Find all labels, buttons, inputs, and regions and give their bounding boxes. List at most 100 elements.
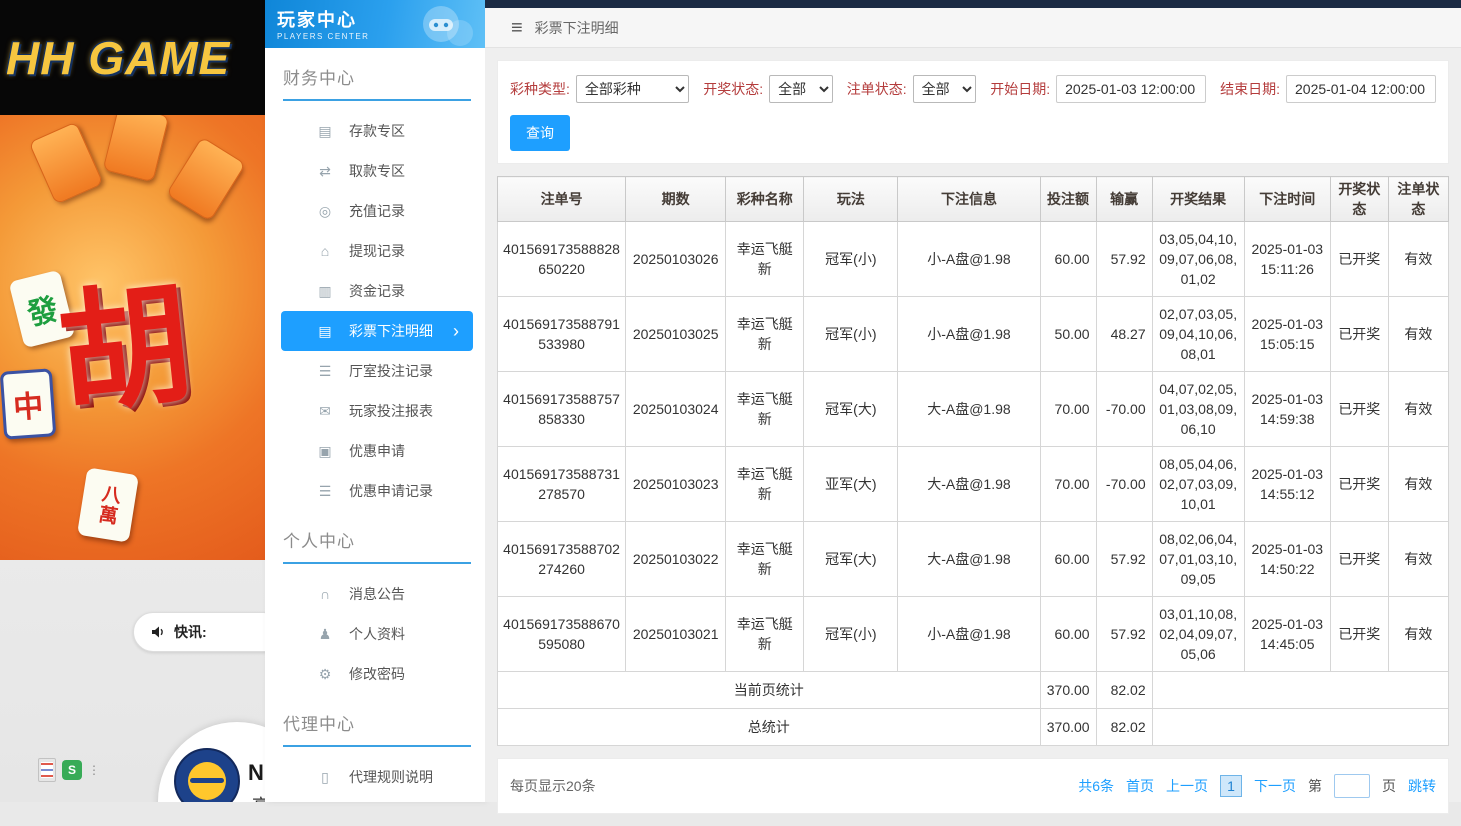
- total-summary-bet-total: 370.00: [1040, 709, 1096, 746]
- news-ticker-label: 快讯:: [174, 622, 207, 642]
- recharge-record-icon: ◎: [317, 203, 333, 220]
- sidebar-item-label: 修改密码: [349, 664, 405, 684]
- sidebar-item[interactable]: ▥资金记录: [265, 271, 485, 311]
- table-cell: 08,05,04,06,02,07,03,09,10,01: [1152, 447, 1244, 522]
- menu-toggle-icon[interactable]: ≡: [511, 18, 523, 38]
- promo-banner: 發 中 八萬 胡: [0, 115, 265, 560]
- start-date-label: 开始日期:: [990, 79, 1050, 99]
- current-page-indicator: 1: [1220, 775, 1242, 797]
- table-cell: 2025-01-03 15:11:26: [1244, 222, 1330, 297]
- mahjong-tile-back: [166, 136, 246, 221]
- chevron-right-icon: ›: [453, 322, 459, 340]
- end-date-label: 结束日期:: [1220, 79, 1280, 99]
- column-header: 玩法: [804, 177, 898, 222]
- document-icon[interactable]: [38, 758, 56, 782]
- total-summary-winloss-total: 82.02: [1096, 709, 1152, 746]
- table-row: 40156917358870227426020250103022幸运飞艇新冠军(…: [498, 522, 1449, 597]
- table-cell: 70.00: [1040, 447, 1096, 522]
- table-cell: 有效: [1388, 447, 1448, 522]
- jump-page-input[interactable]: [1334, 774, 1370, 798]
- draw-status-label: 开奖状态:: [703, 79, 763, 99]
- table-cell: -70.00: [1096, 372, 1152, 447]
- table-cell: 20250103021: [626, 597, 726, 672]
- password-icon: ⚙: [317, 666, 333, 683]
- table-cell: 已开奖: [1330, 372, 1388, 447]
- sidebar-item[interactable]: ▤彩票下注明细›: [281, 311, 473, 351]
- table-cell: 20250103022: [626, 522, 726, 597]
- table-cell: 57.92: [1096, 522, 1152, 597]
- sidebar-item[interactable]: ⚙ 修改密码: [265, 654, 485, 694]
- pager-controls: 共6条 首页 上一页 1 下一页 第 页 跳转: [1078, 774, 1436, 798]
- background-site: HH GAME 發 中 八萬 胡 快讯: NE 高 S ⋮: [0, 0, 265, 802]
- sidebar-item-label: 充值记录: [349, 201, 405, 221]
- more-icon[interactable]: ⋮: [88, 763, 100, 777]
- table-cell: 已开奖: [1330, 447, 1388, 522]
- page-header: ≡ 彩票下注明细: [485, 8, 1461, 48]
- player-center-sidebar: 玩家中心 PLAYERS CENTER 财务中心 ▤存款专区⇄取款专区 ◎ 充值记录 ⌂…: [265, 0, 485, 802]
- sidebar-item[interactable]: ▦代理团队统计: [265, 797, 485, 802]
- prev-page-link[interactable]: 上一页: [1166, 776, 1208, 796]
- sidebar-item[interactable]: ⇄取款专区: [265, 151, 485, 191]
- table-cell: 大-A盘@1.98: [898, 447, 1040, 522]
- table-cell: 48.27: [1096, 297, 1152, 372]
- draw-status-select[interactable]: 全部: [769, 75, 833, 103]
- table-cell: 70.00: [1040, 372, 1096, 447]
- start-date-input[interactable]: [1056, 75, 1206, 103]
- sidebar-item[interactable]: ∩消息公告: [265, 574, 485, 614]
- lottery-type-label: 彩种类型:: [510, 79, 570, 99]
- sidebar-section-title: 财务中心: [283, 64, 471, 101]
- table-cell: 03,05,04,10,09,07,06,08,01,02: [1152, 222, 1244, 297]
- sidebar-item[interactable]: ⌂提现记录: [265, 231, 485, 271]
- table-cell: 冠军(大): [804, 522, 898, 597]
- agent-rules-icon: ▯: [317, 769, 333, 786]
- first-page-link[interactable]: 首页: [1126, 776, 1154, 796]
- speaker-icon: [150, 624, 166, 640]
- bet-status-select[interactable]: 全部: [913, 75, 977, 103]
- jump-suffix-label: 页: [1382, 776, 1396, 796]
- search-button[interactable]: 查询: [510, 115, 570, 151]
- page-summary-label: 当前页统计: [498, 672, 1041, 709]
- sidebar-item-label: 优惠申请: [349, 441, 405, 461]
- sidebar-header: 玩家中心 PLAYERS CENTER: [265, 0, 485, 48]
- table-cell: 小-A盘@1.98: [898, 222, 1040, 297]
- team-name: NE: [248, 760, 265, 786]
- table-cell: 幸运飞艇新: [726, 522, 804, 597]
- total-summary-empty: [1152, 709, 1448, 746]
- jump-button[interactable]: 跳转: [1408, 776, 1436, 796]
- sidebar-item[interactable]: ▤存款专区: [265, 111, 485, 151]
- column-header: 投注额: [1040, 177, 1096, 222]
- column-header: 开奖状态: [1330, 177, 1388, 222]
- sidebar-item[interactable]: ☰优惠申请记录: [265, 471, 485, 511]
- table-cell: 04,07,02,05,01,03,08,09,06,10: [1152, 372, 1244, 447]
- table-cell: 60.00: [1040, 522, 1096, 597]
- table-cell: 有效: [1388, 222, 1448, 297]
- table-cell: 03,01,10,08,02,04,09,07,05,06: [1152, 597, 1244, 672]
- total-summary-label: 总统计: [498, 709, 1041, 746]
- deposit-icon: ▤: [317, 123, 333, 140]
- office-s-icon[interactable]: S: [62, 760, 82, 780]
- table-cell: 有效: [1388, 372, 1448, 447]
- table-cell: 已开奖: [1330, 597, 1388, 672]
- table-cell: 20250103024: [626, 372, 726, 447]
- mahjong-tile: 中: [0, 368, 56, 439]
- sidebar-item[interactable]: ✉玩家投注报表: [265, 391, 485, 431]
- table-cell: 2025-01-03 14:45:05: [1244, 597, 1330, 672]
- table-cell: 2025-01-03 14:59:38: [1244, 372, 1330, 447]
- table-cell: 幸运飞艇新: [726, 447, 804, 522]
- sidebar-item-label: 优惠申请记录: [349, 481, 433, 501]
- lottery-type-select[interactable]: 全部彩种: [576, 75, 689, 103]
- sidebar-item[interactable]: ♟个人资料: [265, 614, 485, 654]
- sidebar-item[interactable]: ▯代理规则说明: [265, 757, 485, 797]
- sidebar-item[interactable]: ☰厅室投注记录: [265, 351, 485, 391]
- sidebar-item[interactable]: ▣优惠申请: [265, 431, 485, 471]
- end-date-input[interactable]: [1286, 75, 1436, 103]
- page-summary-bet-total: 370.00: [1040, 672, 1096, 709]
- next-page-link[interactable]: 下一页: [1254, 776, 1296, 796]
- sidebar-item[interactable]: ◎ 充值记录: [265, 191, 485, 231]
- bets-table-wrap: 注单号期数彩种名称玩法下注信息投注额输赢开奖结果下注时间开奖状态注单状态 401…: [497, 176, 1449, 746]
- table-cell: 401569173588757858330: [498, 372, 626, 447]
- sidebar-section-title: 代理中心: [283, 710, 471, 747]
- table-row: 40156917358867059508020250103021幸运飞艇新冠军(…: [498, 597, 1449, 672]
- table-cell: 已开奖: [1330, 222, 1388, 297]
- table-cell: 大-A盘@1.98: [898, 522, 1040, 597]
